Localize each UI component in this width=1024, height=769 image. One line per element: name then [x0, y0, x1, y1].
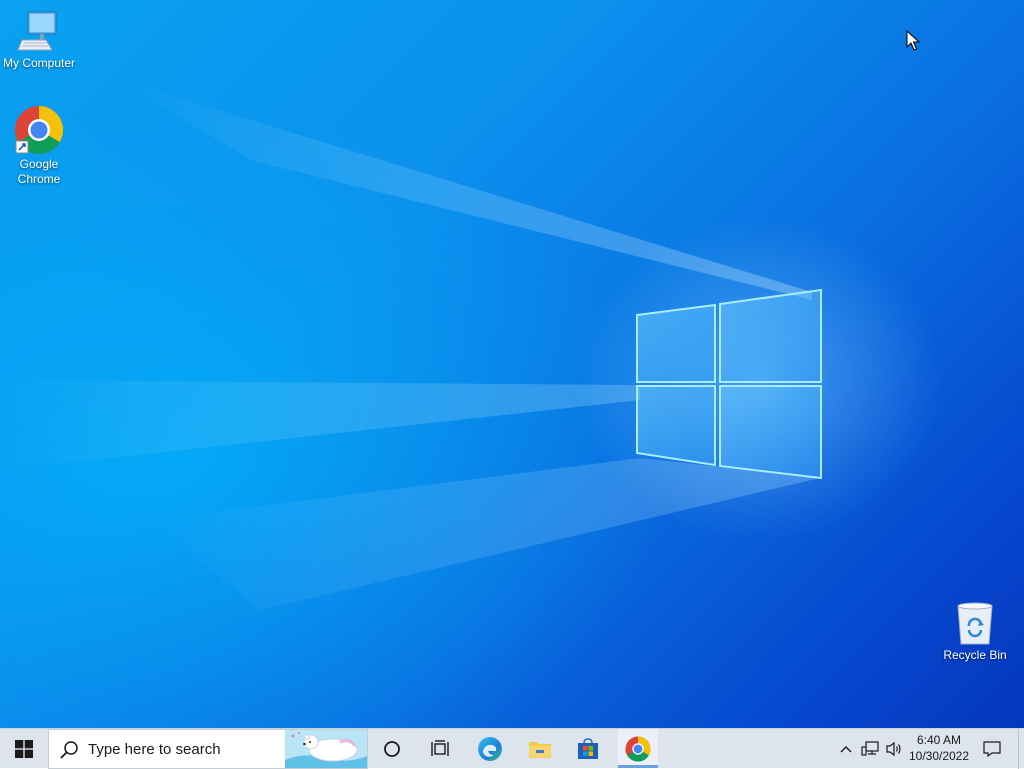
edge-button[interactable]: [466, 729, 514, 769]
chrome-icon: [14, 105, 64, 155]
store-icon: [578, 738, 598, 759]
desktop: My Computer Google Chrome Recycle Bin: [0, 0, 1024, 728]
clock[interactable]: 6:40 AM 10/30/2022: [904, 732, 974, 764]
mouse-cursor-icon: [906, 30, 920, 51]
cortana-button[interactable]: [368, 729, 416, 769]
start-button[interactable]: [0, 729, 48, 769]
desktop-icon-google-chrome[interactable]: Google Chrome: [0, 105, 78, 187]
file-explorer-button[interactable]: [516, 729, 564, 769]
chrome-icon: [625, 736, 651, 762]
network-button[interactable]: [858, 729, 882, 769]
action-center-button[interactable]: [978, 729, 1006, 769]
desktop-icon-my-computer[interactable]: My Computer: [0, 10, 78, 71]
microsoft-store-button[interactable]: [564, 729, 612, 769]
clock-time: 6:40 AM: [916, 733, 962, 747]
task-view-icon: [431, 740, 449, 756]
notification-icon: [983, 741, 1001, 757]
task-view-button[interactable]: [416, 729, 464, 769]
desktop-icon-label: Google Chrome: [17, 157, 61, 186]
recycle-bin-icon: [957, 602, 993, 645]
edge-icon: [478, 737, 502, 761]
search-icon: [60, 741, 78, 759]
taskbar: Type here to search 6:40 AM 10/30/2022: [0, 728, 1024, 769]
windows-logo: [636, 288, 822, 480]
volume-button[interactable]: [882, 729, 906, 769]
computer-icon: [17, 11, 57, 51]
desktop-icon-label: Recycle Bin: [943, 648, 1007, 662]
show-hidden-icons-button[interactable]: [836, 729, 856, 769]
folder-icon: [529, 742, 551, 758]
network-icon: [861, 741, 879, 756]
wallpaper-beams: [0, 80, 820, 610]
search-highlight-polar-bear-image: [285, 730, 367, 768]
search-box[interactable]: Type here to search: [48, 729, 368, 769]
show-desktop-button[interactable]: [1018, 729, 1024, 769]
circle-icon: [384, 741, 400, 757]
windows-start-icon: [15, 740, 33, 758]
speaker-icon: [886, 741, 901, 757]
chrome-taskbar-button[interactable]: [614, 729, 662, 769]
search-placeholder: Type here to search: [88, 741, 221, 758]
desktop-icon-label: My Computer: [2, 56, 76, 70]
desktop-icon-recycle-bin[interactable]: Recycle Bin: [936, 602, 1014, 663]
clock-date: 10/30/2022: [908, 749, 970, 763]
chevron-up-icon: [840, 746, 852, 753]
